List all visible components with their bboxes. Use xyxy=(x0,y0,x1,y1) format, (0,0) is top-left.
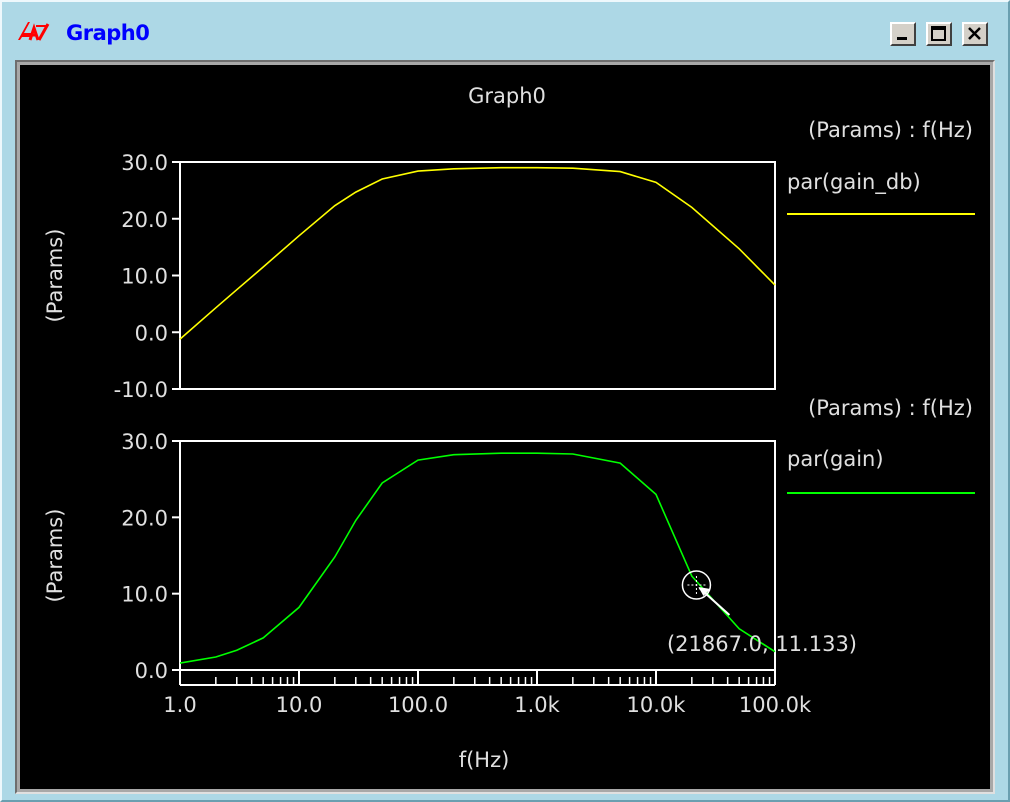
panel-gain: 30.0 20.0 10.0 0.0 (Params) (Params) : f(Hz) p… xyxy=(43,396,975,717)
window-title: Graph0 xyxy=(66,21,150,45)
y-axis-label: (Params) xyxy=(43,509,67,603)
legend-header: (Params) : f(Hz) xyxy=(808,396,973,420)
y-tick-label: 30.0 xyxy=(121,151,168,175)
plot-area[interactable]: Graph0 30.0 20.0 10.0 0.0 -10.0 (Params) (Para… xyxy=(20,65,990,789)
marker-readout: (21867.0, 11.133) xyxy=(667,632,857,656)
y-tick-label: 20.0 xyxy=(121,208,168,232)
x-axis-label: f(Hz) xyxy=(459,748,510,772)
y-tick-label: 10.0 xyxy=(121,265,168,289)
series-line-par-gain-db- xyxy=(179,166,776,340)
dna-app-icon xyxy=(16,20,50,42)
legend-entry-label: par(gain_db) xyxy=(787,170,921,195)
y-tick-label: 10.0 xyxy=(121,583,168,607)
close-button[interactable] xyxy=(962,22,988,46)
y-tick-label: -10.0 xyxy=(114,378,168,402)
x-tick-label: 1.0 xyxy=(163,693,196,717)
y-tick-label: 0.0 xyxy=(135,321,168,345)
x-tick-label: 1.0k xyxy=(514,693,560,717)
legend-entry-label: par(gain) xyxy=(787,447,884,471)
close-icon xyxy=(968,27,981,40)
title-bar[interactable]: Graph0 xyxy=(6,8,1004,48)
y-tick-label: 20.0 xyxy=(121,506,168,530)
maximize-icon xyxy=(931,26,946,41)
x-tick-label: 100.0k xyxy=(739,693,812,717)
x-tick-label: 10.0 xyxy=(276,693,323,717)
x-tick-label: 10.0k xyxy=(627,693,687,717)
x-tick-label: 100.0 xyxy=(388,693,448,717)
graph-title: Graph0 xyxy=(468,84,546,108)
minimize-button[interactable] xyxy=(890,22,916,46)
panel-gain-db: 30.0 20.0 10.0 0.0 -10.0 (Params) (Params) : f… xyxy=(43,118,975,402)
y-tick-label: 30.0 xyxy=(121,430,168,454)
plot-box xyxy=(179,161,776,390)
y-tick-label: 0.0 xyxy=(135,659,168,683)
minimize-icon xyxy=(897,37,907,40)
chart-svg[interactable]: Graph0 30.0 20.0 10.0 0.0 -10.0 (Params) (Para… xyxy=(20,65,990,789)
y-axis-label: (Params) xyxy=(43,229,67,323)
graph-window: Graph0 Graph0 30.0 20.0 10.0 0.0 -10.0 (Param… xyxy=(0,0,1010,802)
maximize-button[interactable] xyxy=(926,22,952,46)
legend-header: (Params) : f(Hz) xyxy=(808,118,973,142)
